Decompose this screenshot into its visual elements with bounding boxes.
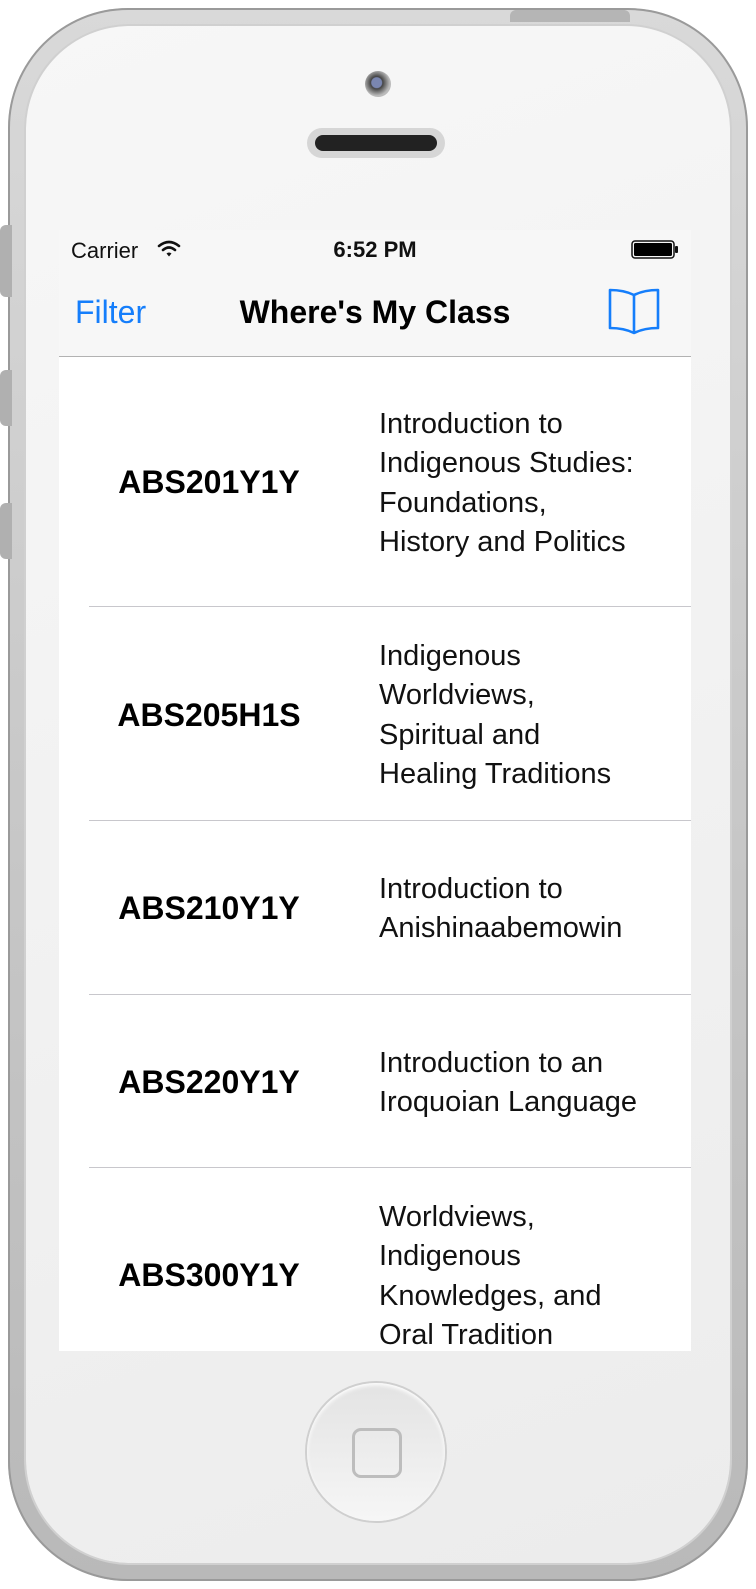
course-title-line: Worldviews,: [379, 679, 535, 712]
course-title-line: Introduction to: [379, 873, 563, 905]
battery-icon: [631, 240, 678, 259]
course-title: Introduction to an Iroquoian Language: [379, 1044, 679, 1123]
course-title-line: Indigenous Studies:: [379, 447, 634, 480]
course-title-line: Foundations,: [379, 486, 547, 519]
book-icon[interactable]: [607, 286, 661, 336]
course-title: Introduction to Anishinaabemowin: [379, 870, 679, 949]
sleep-button: [510, 10, 630, 22]
course-code: ABS300Y1Y: [118, 1257, 300, 1293]
navigation-bar: Filter Where's My Class: [59, 272, 691, 357]
course-title-line: Introduction to an: [379, 1047, 604, 1079]
course-title: Introduction to Indigenous Studies: Foun…: [379, 405, 679, 562]
table-row[interactable]: ABS201Y1Y Introduction to Indigenous Stu…: [59, 357, 691, 607]
front-camera: [365, 71, 391, 97]
course-title-line: Indigenous: [379, 1240, 521, 1273]
table-row[interactable]: ABS300Y1Y Worldviews, Indigenous Knowled…: [59, 1168, 691, 1351]
volume-up-button: [0, 370, 12, 426]
course-code: ABS201Y1Y: [118, 464, 300, 500]
course-title-line: History and Politics: [379, 525, 626, 558]
table-row[interactable]: ABS220Y1Y Introduction to an Iroquoian L…: [59, 995, 691, 1168]
screen: Carrier 6:52 PM Filter Where's My Class …: [59, 230, 691, 1351]
table-row[interactable]: ABS205H1S Indigenous Worldviews, Spiritu…: [59, 607, 691, 821]
course-title: Worldviews, Indigenous Knowledges, and O…: [379, 1198, 679, 1351]
mute-switch: [0, 225, 12, 297]
course-code: ABS210Y1Y: [118, 890, 300, 926]
course-title-line: Healing Traditions: [379, 757, 612, 790]
home-square-icon: [352, 1428, 402, 1478]
home-button[interactable]: [307, 1383, 445, 1521]
course-title-line: Oral Tradition: [379, 1318, 554, 1351]
course-list: ABS201Y1Y Introduction to Indigenous Stu…: [59, 357, 691, 1351]
course-title-line: Spiritual and: [379, 718, 541, 751]
course-title-line: Indigenous: [379, 640, 521, 672]
course-title-line: Knowledges, and: [379, 1279, 602, 1312]
earpiece-speaker: [307, 128, 445, 158]
table-row[interactable]: ABS210Y1Y Introduction to Anishinaabemow…: [59, 821, 691, 995]
course-code: ABS220Y1Y: [118, 1064, 300, 1100]
status-bar: Carrier 6:52 PM: [59, 230, 691, 272]
course-title-line: Anishinaabemowin: [379, 912, 623, 945]
course-title-line: Worldviews,: [379, 1201, 535, 1233]
page-title: Where's My Class: [239, 294, 511, 330]
course-code: ABS205H1S: [117, 697, 301, 733]
course-title-line: Introduction to: [379, 408, 563, 440]
status-time: 6:52 PM: [333, 237, 417, 262]
volume-down-button: [0, 503, 12, 559]
course-title-line: Iroquoian Language: [379, 1086, 638, 1119]
course-title: Indigenous Worldviews, Spiritual and Hea…: [379, 637, 679, 794]
